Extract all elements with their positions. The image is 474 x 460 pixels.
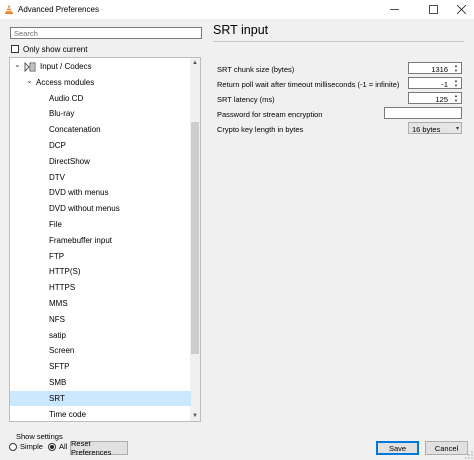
close-icon [456, 5, 466, 14]
tree-item-label: DCP [49, 141, 66, 150]
tree-item[interactable]: ⌄ Input / Codecs [10, 59, 191, 74]
close-button[interactable] [448, 0, 474, 19]
tree-item-label: DVD without menus [49, 204, 120, 214]
chevron-down-icon[interactable]: ⌄ [14, 60, 24, 69]
key-length-select[interactable]: 16 bytes ▾ [408, 122, 462, 134]
tree-item-label: DVD with menus [49, 188, 109, 198]
latency-value: 125 [435, 95, 448, 104]
tree-item-label: Time code [49, 409, 87, 419]
scroll-down-icon[interactable]: ▼ [190, 411, 200, 421]
tree-item-label: Concatenation [49, 125, 101, 135]
tree-item[interactable]: Concatenation [10, 122, 191, 137]
tree-item[interactable]: Time code [10, 407, 191, 421]
show-settings-radios: Simple All [9, 442, 67, 451]
tree-item[interactable]: FTP [10, 249, 191, 264]
poll-wait-value: -1 [441, 80, 448, 89]
tree-item-label: File [49, 220, 62, 229]
all-radio[interactable] [47, 442, 56, 451]
latency-spinbox[interactable]: 125 ▲ ▼ [408, 92, 462, 104]
search-input[interactable] [10, 27, 202, 39]
poll-wait-label: Return poll wait after timeout milliseco… [217, 80, 400, 89]
tree-item-label: Audio CD [49, 93, 84, 103]
title-bar: Advanced Preferences [0, 0, 474, 19]
tree-item[interactable]: SRT [10, 390, 191, 406]
tree-item[interactable]: satip [10, 328, 191, 343]
maximize-button[interactable] [420, 0, 446, 19]
panel-title: SRT input [213, 23, 269, 37]
tree-item-label: satip [49, 330, 66, 340]
minimize-icon [389, 9, 399, 10]
tree-item[interactable]: File [10, 217, 191, 232]
minimize-button[interactable] [381, 0, 407, 19]
cancel-button[interactable]: Cancel [425, 441, 468, 455]
spin-arrows-icon[interactable]: ▲ ▼ [452, 93, 460, 103]
tree-item-label: Blu-ray [49, 109, 75, 119]
tree-item-label: SFTP [49, 362, 70, 372]
tree-item-label: Input / Codecs [40, 62, 92, 71]
tree-item[interactable]: Screen [10, 343, 191, 358]
tree-item-label: NFS [49, 314, 65, 324]
tree-item-label: MMS [49, 299, 68, 308]
only-show-current-checkbox[interactable] [11, 45, 19, 53]
tree-item[interactable]: HTTPS [10, 280, 191, 295]
window-title: Advanced Preferences [18, 5, 99, 14]
chevron-down-icon[interactable]: ⌄ [26, 76, 36, 85]
tree-item-label: FTP [49, 251, 65, 261]
tree-item[interactable]: Audio CD [10, 91, 191, 106]
tree-item-label: DTV [49, 172, 65, 182]
tree-item[interactable]: NFS [10, 312, 191, 327]
tree-item-label: SMB [49, 378, 67, 387]
latency-label: SRT latency (ms) [217, 95, 275, 104]
key-length-value: 16 bytes [412, 125, 441, 134]
password-field[interactable] [384, 107, 462, 119]
key-length-label: Crypto key length in bytes [217, 125, 304, 134]
tree-item[interactable]: HTTP(S) [10, 264, 191, 279]
chunk-size-value: 1316 [431, 65, 448, 74]
maximize-icon [428, 5, 438, 14]
password-label: Password for stream encryption [217, 110, 323, 119]
only-show-current-row[interactable]: Only show current [11, 44, 87, 54]
codec-icon [24, 61, 36, 72]
chevron-down-icon: ▾ [455, 126, 459, 132]
tree-item-label: SRT [49, 393, 65, 403]
tree-scrollbar[interactable]: ▲ ▼ [190, 58, 200, 421]
tree-item[interactable]: DVD with menus [10, 185, 191, 200]
tree-item[interactable]: Framebuffer input [10, 233, 191, 248]
tree-item[interactable]: ⌄ Access modules [10, 75, 191, 90]
tree-item[interactable]: DirectShow [10, 154, 191, 169]
tree-item[interactable]: DTV [10, 170, 191, 185]
spin-arrows-icon[interactable]: ▲ ▼ [452, 63, 460, 73]
spin-arrows-icon[interactable]: ▲ ▼ [452, 78, 460, 88]
save-button[interactable]: Save [376, 441, 419, 455]
resize-grip-icon[interactable] [465, 451, 473, 459]
tree-item[interactable]: DCP [10, 138, 191, 153]
scroll-up-icon[interactable]: ▲ [190, 58, 200, 68]
tree-item-label: HTTP(S) [49, 267, 81, 277]
tree-item-label: HTTPS [49, 283, 76, 293]
simple-label: Simple [20, 442, 43, 451]
only-show-current-label: Only show current [23, 44, 88, 54]
tree-item[interactable]: SMB [10, 375, 191, 390]
poll-wait-spinbox[interactable]: -1 ▲ ▼ [408, 77, 462, 89]
all-label: All [58, 442, 68, 451]
tree-item[interactable]: MMS [10, 296, 191, 311]
tree-item[interactable]: DVD without menus [10, 201, 191, 216]
tree-item[interactable]: SFTP [10, 359, 191, 374]
show-settings-label: Show settings [16, 432, 63, 441]
chunk-size-spinbox[interactable]: 1316 ▲ ▼ [408, 62, 462, 74]
tree-item[interactable]: Blu-ray [10, 106, 191, 121]
reset-preferences-button[interactable]: Reset Preferences [70, 439, 128, 457]
tree-item-label: DirectShow [49, 156, 90, 166]
vlc-cone-icon [5, 4, 13, 14]
panel-divider [213, 41, 464, 42]
simple-radio[interactable] [9, 442, 17, 451]
scrollbar-thumb[interactable] [191, 122, 199, 354]
tree-item-label: Screen [49, 346, 75, 356]
tree-item-label: Framebuffer input [49, 235, 112, 245]
chunk-size-label: SRT chunk size (bytes) [217, 65, 295, 74]
preferences-tree[interactable]: ▲ ▼ ⌄ Input / Codecs ⌄ Access modules Audio … [9, 57, 201, 422]
tree-item-label: Access modules [36, 77, 95, 87]
